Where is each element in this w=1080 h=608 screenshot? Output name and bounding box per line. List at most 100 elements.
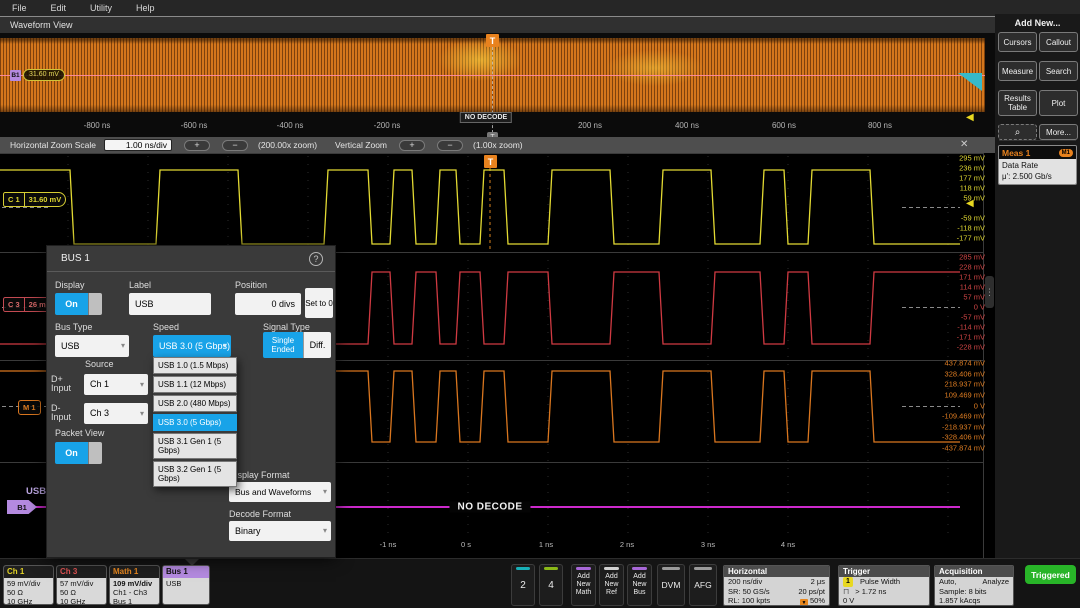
ch3-status-badge[interactable]: Ch 3 57 mV/div 50 Ω 10 GHz bbox=[56, 565, 107, 605]
caret-down-icon: ▾ bbox=[121, 335, 125, 357]
help-icon[interactable]: ? bbox=[309, 252, 323, 266]
trigger-condition: > 1.72 ns bbox=[855, 587, 886, 597]
math1-badge-title: Math 1 bbox=[110, 566, 159, 578]
add-new-bus-button[interactable]: Add New Bus bbox=[627, 564, 652, 606]
bus1-badge-title: Bus 1 bbox=[163, 566, 209, 578]
add-new-ref-button[interactable]: Add New Ref bbox=[599, 564, 624, 606]
ch3-bandwidth: 10 GHz bbox=[60, 597, 103, 605]
triggered-status-badge: Triggered bbox=[1025, 565, 1076, 584]
acq-mode: Auto, bbox=[939, 577, 957, 587]
horizontal-settings-panel[interactable]: Horizontal 200 ns/div2 μs SR: 50 GS/s20 … bbox=[723, 565, 830, 606]
speed-option[interactable]: USB 1.0 (1.5 Mbps) bbox=[153, 357, 237, 374]
math1-status-badge[interactable]: Math 1 109 mV/div Ch1 - Ch3 Bus 1 bbox=[109, 565, 160, 605]
display-label: Display bbox=[55, 280, 85, 290]
packet-view-state: On bbox=[55, 442, 88, 464]
dplus-source-value: Ch 1 bbox=[90, 379, 109, 389]
dialog-title-bar[interactable]: BUS 1 bbox=[47, 246, 335, 272]
ch1-impedance: 50 Ω bbox=[7, 588, 50, 597]
signal-type-segmented: Single Ended Diff. bbox=[263, 332, 331, 358]
packet-view-toggle[interactable]: On bbox=[55, 442, 102, 464]
ch3-badge-title: Ch 3 bbox=[57, 566, 106, 578]
signal-single-ended-button[interactable]: Single Ended bbox=[263, 332, 303, 358]
add-new-math-label: Add New Math bbox=[572, 573, 595, 597]
caret-down-icon: ▾ bbox=[140, 374, 144, 395]
main-time-label: 2 ns bbox=[620, 540, 634, 549]
position-input[interactable]: 0 divs bbox=[235, 293, 301, 315]
toggle-knob bbox=[88, 293, 102, 315]
decode-format-dropdown[interactable]: Binary ▾ bbox=[229, 521, 331, 541]
dplus-input-label: D+ Input bbox=[51, 375, 81, 393]
speed-option[interactable]: USB 3.2 Gen 1 (5 Gbps) bbox=[153, 461, 237, 487]
dvm-button[interactable]: DVM bbox=[657, 564, 685, 606]
ch1-status-badge[interactable]: Ch 1 59 mV/div 50 Ω 10 GHz bbox=[3, 565, 54, 605]
bus-type-label: Bus Type bbox=[55, 322, 92, 332]
ch3-impedance: 50 Ω bbox=[60, 588, 103, 597]
display-format-dropdown[interactable]: Bus and Waveforms ▾ bbox=[229, 482, 331, 502]
trigger-type: Pulse Width bbox=[860, 577, 900, 587]
speed-option[interactable]: USB 1.1 (12 Mbps) bbox=[153, 376, 237, 393]
ch1-badge-title: Ch 1 bbox=[4, 566, 53, 578]
ch4-enable-button[interactable]: 4 bbox=[539, 564, 563, 606]
dvm-label: DVM bbox=[662, 580, 681, 590]
position-marker-icon: ▼ bbox=[800, 599, 808, 606]
ch2-enable-button[interactable]: 2 bbox=[511, 564, 535, 606]
trigger-title: Trigger bbox=[839, 566, 929, 577]
math1-bus: Bus 1 bbox=[113, 597, 156, 605]
speed-option-selected[interactable]: USB 3.0 (5 Gbps) bbox=[153, 414, 237, 431]
m1-channel-badge[interactable]: M 1 bbox=[18, 400, 41, 415]
afg-button[interactable]: AFG bbox=[689, 564, 717, 606]
m1-badge-name: M 1 bbox=[19, 401, 40, 414]
horizontal-title: Horizontal bbox=[724, 566, 829, 577]
speed-option[interactable]: USB 3.1 Gen 1 (5 Gbps) bbox=[153, 433, 237, 459]
main-trigger-marker[interactable]: T bbox=[484, 155, 497, 168]
position-label: Position bbox=[235, 280, 267, 290]
signal-type-label: Signal Type bbox=[263, 322, 310, 332]
dminus-source-dropdown[interactable]: Ch 3 ▾ bbox=[84, 403, 148, 424]
bus1-type: USB bbox=[166, 579, 206, 588]
ch1-scale: 59 mV/div bbox=[7, 579, 50, 588]
c1-channel-badge[interactable]: C 1 31.60 mV bbox=[3, 192, 66, 207]
bus1-status-badge[interactable]: Bus 1 USB bbox=[162, 565, 210, 605]
ch4-number: 4 bbox=[548, 580, 554, 591]
acq-sample-bits: Sample: 8 bits bbox=[939, 587, 987, 597]
display-format-value: Bus and Waveforms bbox=[235, 487, 311, 497]
acq-analyze: Analyze bbox=[982, 577, 1009, 587]
dminus-input-label: D- Input bbox=[51, 404, 81, 422]
h-scale: 200 ns/div bbox=[728, 577, 762, 587]
caret-down-icon: ▾ bbox=[140, 403, 144, 424]
acq-count: 1.857 kAcqs bbox=[939, 596, 980, 606]
display-toggle[interactable]: On bbox=[55, 293, 102, 315]
panel-drag-handle[interactable]: ⋮ bbox=[985, 276, 994, 308]
set-to-zero-button[interactable]: Set to 0 bbox=[305, 288, 333, 318]
label-label: Label bbox=[129, 280, 151, 290]
overview-trigger-marker[interactable]: T bbox=[486, 34, 499, 47]
trigger-settings-panel[interactable]: Trigger 1Pulse Width ⊓> 1.72 ns 0 V bbox=[838, 565, 930, 606]
dplus-source-dropdown[interactable]: Ch 1 ▾ bbox=[84, 374, 148, 395]
signal-diff-button[interactable]: Diff. bbox=[303, 332, 331, 358]
c1-badge-value: 31.60 mV bbox=[24, 193, 66, 206]
ch2-number: 2 bbox=[520, 580, 526, 591]
speed-value: USB 3.0 (5 Gbps) bbox=[159, 341, 230, 351]
speed-dropdown[interactable]: USB 3.0 (5 Gbps) ▾ bbox=[153, 335, 231, 357]
bus-type-dropdown[interactable]: USB ▾ bbox=[55, 335, 129, 357]
main-time-label: 0 s bbox=[461, 540, 471, 549]
h-record-length: RL: 100 kpts bbox=[728, 596, 770, 606]
status-bar: Ch 1 59 mV/div 50 Ω 10 GHz Ch 3 57 mV/di… bbox=[0, 558, 1080, 608]
display-toggle-state: On bbox=[55, 293, 88, 315]
toggle-knob bbox=[88, 442, 102, 464]
speed-option[interactable]: USB 2.0 (480 Mbps) bbox=[153, 395, 237, 412]
dialog-title: BUS 1 bbox=[61, 253, 90, 264]
dminus-source-value: Ch 3 bbox=[90, 408, 109, 418]
h-resolution: 20 ps/pt bbox=[798, 587, 825, 597]
ch3-scale: 57 mV/div bbox=[60, 579, 103, 588]
label-input[interactable]: USB bbox=[129, 293, 211, 315]
c1-trigger-level-arrow-icon[interactable]: ◀ bbox=[966, 199, 974, 209]
add-new-math-button[interactable]: Add New Math bbox=[571, 564, 596, 606]
ch1-bandwidth: 10 GHz bbox=[7, 597, 50, 605]
acquisition-settings-panel[interactable]: Acquisition Auto,Analyze Sample: 8 bits … bbox=[934, 565, 1014, 606]
h-window: 2 μs bbox=[811, 577, 825, 587]
h-position: 50% bbox=[810, 596, 825, 605]
c1-badge-name: C 1 bbox=[4, 193, 24, 206]
caret-down-icon: ▾ bbox=[323, 482, 327, 502]
main-time-label: 3 ns bbox=[701, 540, 715, 549]
